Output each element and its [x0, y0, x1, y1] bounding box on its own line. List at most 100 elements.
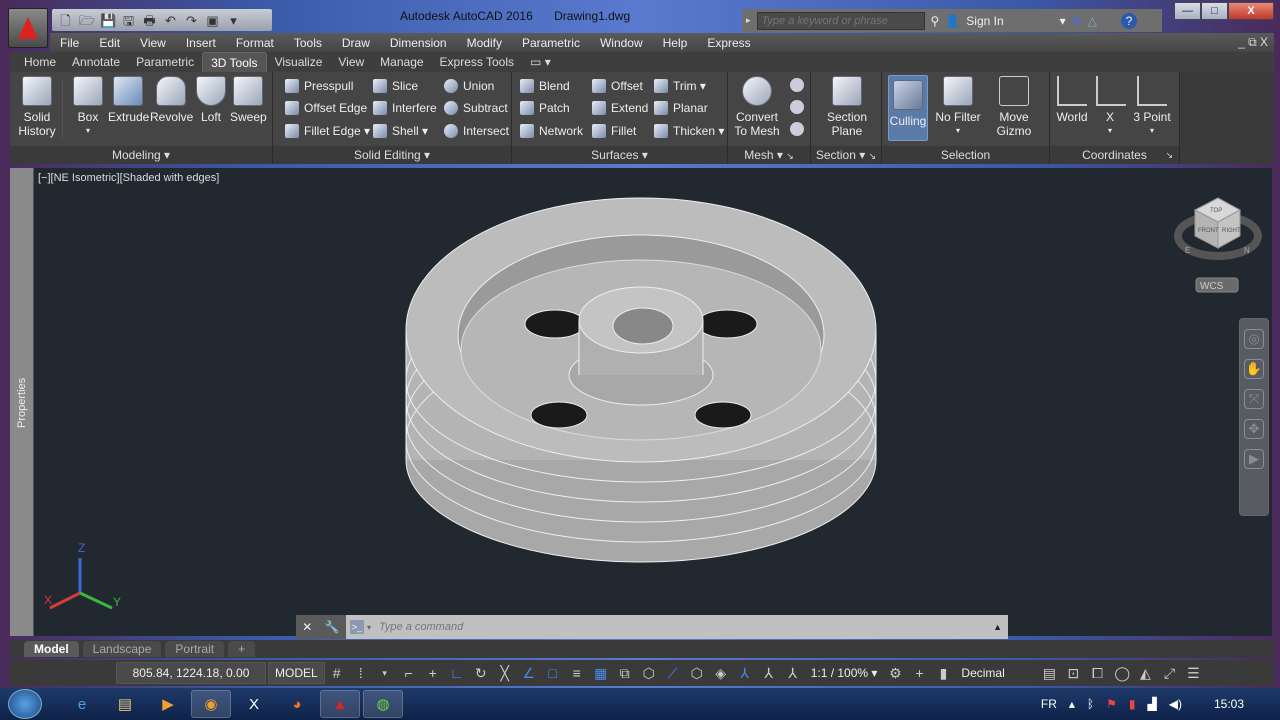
xmind-icon[interactable]: X	[234, 690, 274, 718]
annotation-monitor-icon[interactable]: +	[912, 665, 926, 681]
union-button[interactable]: Union	[444, 79, 494, 93]
revolve-button[interactable]: Revolve	[150, 76, 193, 124]
ucs-x-button[interactable]: X ▾	[1096, 76, 1126, 138]
tab-express-tools[interactable]: Express Tools	[432, 52, 522, 72]
quick-properties-icon[interactable]: ▤	[1042, 665, 1056, 682]
gizmo-icon[interactable]: ◈	[714, 665, 728, 682]
offset-edge-button[interactable]: Offset Edge	[285, 101, 367, 115]
media-player-icon[interactable]: ▶	[148, 690, 188, 718]
utorrent-icon[interactable]: ◍	[363, 690, 403, 718]
snap-icon[interactable]: ⁞	[354, 665, 368, 681]
close-button[interactable]: X	[1228, 2, 1274, 20]
selection-filter-icon[interactable]: ⬡	[690, 665, 704, 682]
redo-icon[interactable]: ↷	[184, 13, 199, 28]
lineweight-icon[interactable]: ≡	[570, 665, 584, 681]
culling-button[interactable]: Culling	[888, 75, 928, 141]
blend-button[interactable]: Blend	[520, 79, 570, 93]
file-explorer-icon[interactable]: ▤	[105, 690, 145, 718]
close-command-line-icon[interactable]: ✕	[302, 620, 312, 634]
hardware-acceleration-icon[interactable]: ◯	[1114, 665, 1130, 682]
steering-wheel-icon[interactable]: ◎	[1244, 329, 1264, 349]
menu-format[interactable]: Format	[226, 36, 284, 50]
dropdown-icon[interactable]: ▾	[1060, 14, 1066, 28]
3d-osnap-icon[interactable]: ⬡	[642, 665, 656, 682]
object-snap-tracking-icon[interactable]: ∠	[522, 665, 536, 682]
customize-qat-icon[interactable]: ▾	[226, 13, 241, 28]
infer-constraints-icon[interactable]: ⌐	[402, 665, 416, 681]
tab-3d-tools[interactable]: 3D Tools	[202, 52, 267, 72]
graphics-performance-icon[interactable]: ◭	[1138, 665, 1152, 682]
loft-button[interactable]: Loft	[196, 76, 226, 124]
convert-to-mesh-button[interactable]: Convert To Mesh	[732, 76, 782, 138]
bluetooth-icon[interactable]: ᛒ	[1087, 697, 1094, 711]
sweep-button[interactable]: Sweep	[230, 76, 267, 124]
mesh-panel-title[interactable]: Mesh ▾ ↘	[728, 146, 810, 164]
properties-palette-strip[interactable]: Properties	[10, 168, 34, 636]
save-as-icon[interactable]: 🖫	[121, 13, 136, 28]
smooth-more-icon[interactable]	[790, 78, 804, 92]
command-prompt-icon[interactable]: >_	[350, 620, 364, 634]
selection-panel-title[interactable]: Selection	[882, 146, 1049, 164]
add-layout-button[interactable]: +	[228, 641, 256, 657]
viewport-controls-label[interactable]: [−][NE Isometric][Shaded with edges]	[38, 172, 219, 184]
patch-button[interactable]: Patch	[520, 101, 570, 115]
drawing-viewport[interactable]: Z X Y TOP FRONT RIGHT E N WCS	[34, 168, 1272, 636]
dynamic-ucs-icon[interactable]: ⟋	[666, 665, 680, 682]
network-icon[interactable]: ▟	[1148, 697, 1157, 711]
autocad-taskbar-icon[interactable]: ▲	[320, 690, 360, 718]
menu-draw[interactable]: Draw	[332, 36, 380, 50]
open-icon[interactable]: 🗁	[79, 13, 95, 28]
action-center-icon[interactable]: ⚑	[1106, 697, 1117, 711]
lock-ui-icon[interactable]: ⊡	[1066, 665, 1080, 682]
extend-button[interactable]: Extend	[592, 101, 648, 115]
zoom-extents-icon[interactable]: ⤧	[1244, 389, 1264, 409]
fillet-edge-button[interactable]: Fillet Edge ▾	[285, 124, 370, 138]
tab-manage[interactable]: Manage	[372, 52, 431, 72]
expand-search-icon[interactable]: ▸	[746, 15, 751, 26]
trim-button[interactable]: Trim ▾	[654, 79, 706, 93]
tab-parametric[interactable]: Parametric	[128, 52, 202, 72]
chrome-icon[interactable]: ◉	[191, 690, 231, 718]
firefox-icon[interactable]: ◕	[277, 690, 317, 718]
solid-editing-panel-title[interactable]: Solid Editing ▾	[273, 146, 511, 164]
exchange-apps-icon[interactable]: ✕	[1072, 14, 1082, 28]
tab-portrait[interactable]: Portrait	[165, 641, 225, 657]
menu-parametric[interactable]: Parametric	[512, 36, 590, 50]
ortho-icon[interactable]: ∟	[450, 665, 464, 681]
tab-home[interactable]: Home	[16, 52, 64, 72]
menu-help[interactable]: Help	[653, 36, 698, 50]
binoculars-icon[interactable]: ⚲	[931, 14, 940, 28]
menu-edit[interactable]: Edit	[89, 36, 130, 50]
workspace-gear-icon[interactable]: ⚙	[888, 665, 902, 682]
menu-window[interactable]: Window	[590, 36, 653, 50]
menu-insert[interactable]: Insert	[176, 36, 226, 50]
menu-express[interactable]: Express	[697, 36, 760, 50]
section-plane-button[interactable]: Section Plane	[817, 76, 877, 138]
object-snap-icon[interactable]: □	[546, 665, 560, 681]
a360-icon[interactable]: △	[1088, 14, 1097, 28]
coordinates-panel-title[interactable]: Coordinates ↘	[1050, 146, 1179, 164]
minimize-button[interactable]: —	[1174, 2, 1201, 20]
tab-model[interactable]: Model	[24, 641, 79, 657]
internet-explorer-icon[interactable]: e	[62, 690, 102, 718]
refine-mesh-icon[interactable]	[790, 122, 804, 136]
orbit-icon[interactable]: ✥	[1244, 419, 1264, 439]
language-indicator[interactable]: FR	[1041, 697, 1057, 711]
customize-icon[interactable]: 🔧	[325, 620, 340, 634]
drawing-window-controls[interactable]: _ ⧉ X	[1238, 35, 1274, 50]
volume-icon[interactable]: ◀)	[1169, 697, 1182, 711]
selection-cycling-icon[interactable]: ⧉	[618, 665, 632, 682]
coordinates-readout[interactable]: 805.84, 1224.18, 0.00	[116, 662, 266, 684]
transparency-icon[interactable]: ▦	[594, 665, 608, 682]
dynamic-input-icon[interactable]: +	[426, 665, 440, 681]
clock[interactable]: 15:03	[1214, 697, 1244, 711]
planar-button[interactable]: Planar	[654, 101, 708, 115]
section-panel-title[interactable]: Section ▾ ↘	[811, 146, 881, 164]
extrude-button[interactable]: Extrude	[108, 76, 149, 124]
annotation-scale[interactable]: 1:1 / 100% ▾	[811, 666, 878, 680]
slice-button[interactable]: Slice	[373, 79, 418, 93]
menu-modify[interactable]: Modify	[457, 36, 512, 50]
menu-view[interactable]: View	[130, 36, 176, 50]
surfaces-panel-title[interactable]: Surfaces ▾	[512, 146, 727, 164]
new-icon[interactable]: 🗋	[58, 13, 73, 28]
